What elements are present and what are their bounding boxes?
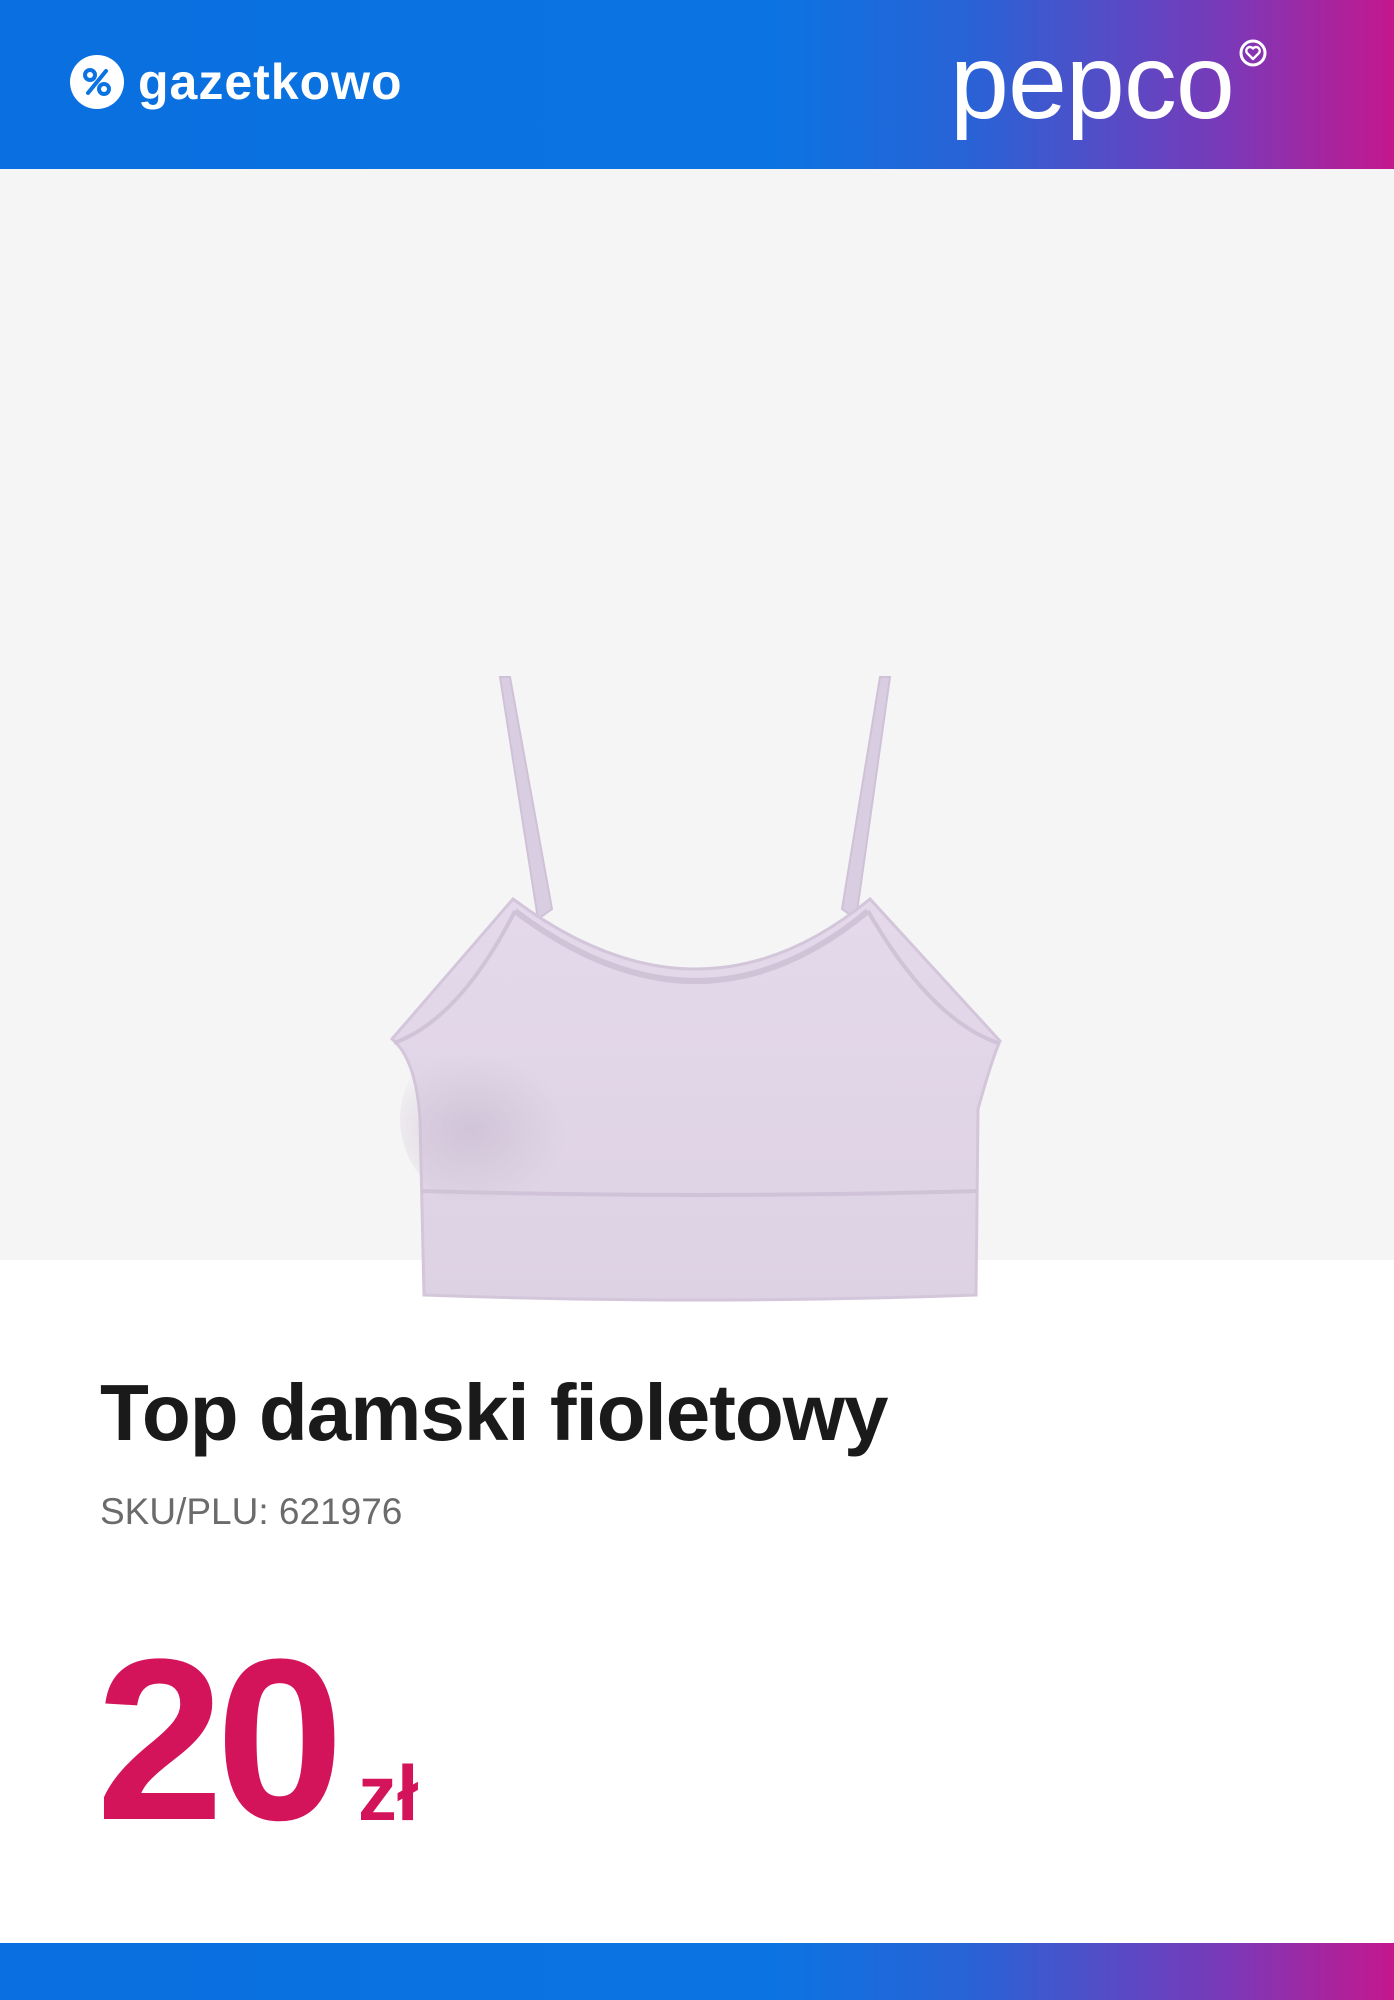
product-image-area xyxy=(0,169,1394,1302)
product-sku: SKU/PLU: 621976 xyxy=(100,1491,403,1532)
pepco-logo[interactable]: pepco xyxy=(950,23,1268,141)
product-price: 20 zł xyxy=(96,1611,419,1868)
price-amount: 20 xyxy=(96,1611,344,1868)
gazetkowo-logo[interactable]: gazetkowo xyxy=(70,55,403,109)
product-title: Top damski fioletowy xyxy=(100,1368,888,1457)
heart-icon xyxy=(1238,38,1268,73)
pepco-logo-text: pepco xyxy=(950,23,1235,141)
gazetkowo-logo-text: gazetkowo xyxy=(138,54,403,110)
crop-top-image[interactable] xyxy=(380,499,1020,1324)
percent-icon xyxy=(70,55,124,109)
price-currency: zł xyxy=(357,1749,419,1837)
footer-bar xyxy=(0,1943,1394,2000)
header-bar: gazetkowo pepco xyxy=(0,0,1394,169)
